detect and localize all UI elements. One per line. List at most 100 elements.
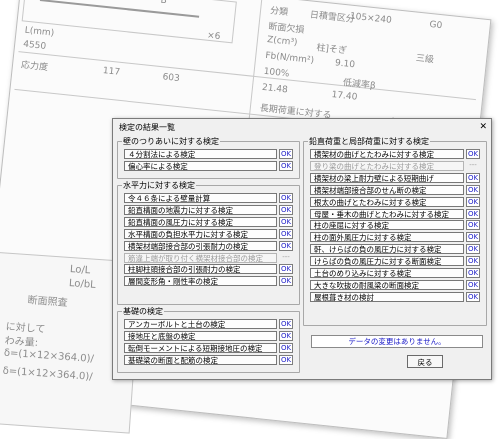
check-item-row: 層間変形角・剛性率の検定 OK: [124, 276, 293, 287]
sheet-label-category: 分類: [269, 6, 289, 19]
sheet-label-fb: Fb(N/mm²): [264, 50, 315, 66]
sheet-label-length: L(mm): [24, 25, 55, 39]
sheet-label-grade: 三級: [415, 53, 435, 66]
result-badge: OK: [466, 279, 480, 290]
check-item-button[interactable]: 接地圧と底盤の検定: [124, 330, 277, 341]
check-item-button[interactable]: 屋根葺き材の検討: [310, 291, 464, 302]
result-badge: OK: [279, 240, 293, 251]
check-item-row: 根太の曲げとたわみに対する検定 OK: [310, 196, 480, 207]
check-item-button[interactable]: 横架材の梁上耐力壁による短期曲げ: [310, 172, 464, 183]
check-item-button[interactable]: 横架材の曲げとたわみに対する検定: [310, 149, 464, 159]
inspection-results-dialog: 検定の結果一覧 ✕ 壁のつりあいに対する検定 ４分割法による検定 OK 偏心率による…: [112, 118, 492, 380]
check-item-button[interactable]: 横架材端部接合部のせん断の検定: [310, 184, 464, 195]
sheet-value-117: 117: [102, 66, 121, 78]
check-item-button[interactable]: 柱の座屈に対する検定: [310, 220, 464, 231]
sheet-label-loss: 断面欠損: [267, 22, 305, 36]
check-item-button[interactable]: 土台のめり込みに対する検定: [310, 268, 464, 278]
result-badge: OK: [279, 149, 293, 159]
result-badge: OK: [466, 172, 480, 183]
sheet-label-size: 105×240: [349, 11, 393, 26]
sheet2-deflect: わみ量:: [4, 335, 39, 349]
result-badge: OK: [466, 291, 480, 302]
check-item-row: 転倒モーメントによる短期接地圧の検定 OK: [124, 342, 293, 353]
check-item-row: 軒、けらばの負の風圧力に対する検定 OK: [310, 244, 480, 255]
sheet-value-1740: 17.40: [331, 90, 358, 103]
group-title: 基礎の検定: [122, 306, 164, 317]
sheet-label-reduction: 低減率β: [342, 78, 377, 92]
result-badge: OK: [466, 208, 480, 219]
check-item-button: 筋違上端が取り付く横架材接合部の検定: [124, 252, 277, 263]
check-item-button[interactable]: 基礎梁の断面と配筋の検定: [124, 354, 277, 365]
check-item-row: 令４６条による壁量計算 OK: [124, 193, 293, 203]
sheet2-formula-2: δ=(1×12×364.0)/: [2, 365, 93, 383]
sheet-label-snow: 日積雪区分: [309, 10, 356, 26]
result-badge: ---: [469, 160, 477, 169]
check-item-row: 横架材の梁上耐力壁による短期曲げ OK: [310, 172, 480, 183]
check-item-button: 登り梁の曲げとたわみに対する検定: [310, 160, 464, 171]
group-title: 壁のつりあいに対する検定: [122, 136, 220, 147]
check-item-button[interactable]: 柱脚柱頭接合部の引張耐力の検定: [124, 264, 277, 275]
sheet-label-x6: ×6: [206, 30, 221, 43]
check-item-row: 柱脚柱頭接合部の引張耐力の検定 OK: [124, 264, 293, 275]
sheet-label-b: B: [160, 0, 168, 7]
result-badge: OK: [279, 342, 293, 353]
sheet-label-g0: G0: [428, 19, 443, 32]
check-item-button[interactable]: ４分割法による検定: [124, 149, 277, 159]
check-item-row: 横架材の曲げとたわみに対する検定 OK: [310, 149, 480, 159]
result-badge: OK: [466, 149, 480, 159]
check-item-row: ４分割法による検定 OK: [124, 149, 293, 159]
result-badge: OK: [279, 330, 293, 341]
check-item-row: 鉛直構面の地震力に対する検定 OK: [124, 204, 293, 215]
result-badge: OK: [279, 354, 293, 365]
sheet2-lol: Lo/L: [69, 264, 91, 277]
close-icon[interactable]: ✕: [479, 122, 487, 132]
sheet-value-2148: 21.48: [261, 82, 289, 96]
check-item-row: 柱の座屈に対する検定 OK: [310, 220, 480, 231]
sheet2-lobl: Lo/bL: [68, 277, 97, 291]
result-badge: OK: [466, 232, 480, 243]
result-badge: OK: [466, 184, 480, 195]
dialog-title: 検定の結果一覧: [119, 122, 175, 132]
group-title: 水平力に対する検定: [122, 180, 196, 191]
sheet-value-length: 4550: [22, 39, 47, 52]
result-badge: OK: [279, 193, 293, 203]
sheet-label-joint: 柱]そぎ: [315, 43, 348, 57]
dialog-titlebar: 検定の結果一覧 ✕: [113, 119, 491, 135]
check-item-button[interactable]: 偏心率による検定: [124, 160, 277, 171]
check-item-button[interactable]: 令４６条による壁量計算: [124, 193, 277, 203]
result-badge: OK: [466, 256, 480, 267]
sheet2-check: 断面照査: [27, 295, 68, 309]
check-item-row: アンカーボルトと土台の検定 OK: [124, 319, 293, 329]
check-item-button[interactable]: けらばの負の風圧力に対する断面検定: [310, 256, 464, 267]
check-item-button[interactable]: 柱の面外風圧力に対する検定: [310, 232, 464, 243]
result-badge: OK: [466, 268, 480, 278]
check-item-button[interactable]: 転倒モーメントによる短期接地圧の検定: [124, 342, 277, 353]
check-item-button[interactable]: 水平構面の負担水平力に対する検定: [124, 228, 277, 239]
sheet2-formula-1: δ=(1×12×364.0)/: [3, 347, 95, 365]
check-item-row: 筋違上端が取り付く横架材接合部の検定 ---: [124, 252, 293, 263]
check-item-row: 偏心率による検定 OK: [124, 160, 293, 171]
check-item-button[interactable]: 大きな吹抜の耐風梁の断面検定: [310, 279, 464, 290]
vertical-load-group: 鉛直荷重と局部荷重に対する検定 横架材の曲げとたわみに対する検定 OK 登り梁の曲げ…: [303, 136, 487, 326]
sheet-label-z: Z(cm³): [266, 35, 298, 49]
return-button[interactable]: 戻る: [407, 355, 443, 368]
check-item-row: 横架材端部接合部のせん断の検定 OK: [310, 184, 480, 195]
check-item-button[interactable]: 鉛直構面の地震力に対する検定: [124, 204, 277, 215]
check-item-button[interactable]: 横架材端部接合部の引張耐力の検定: [124, 240, 277, 251]
check-item-row: 水平構面の負担水平力に対する検定 OK: [124, 228, 293, 239]
check-item-row: 柱の面外風圧力に対する検定 OK: [310, 232, 480, 243]
sheet-value-fb: 9.10: [334, 58, 356, 71]
check-item-row: けらばの負の風圧力に対する断面検定 OK: [310, 256, 480, 267]
check-item-button[interactable]: 軒、けらばの負の風圧力に対する検定: [310, 244, 464, 255]
result-badge: OK: [279, 228, 293, 239]
check-item-button[interactable]: 根太の曲げとたわみに対する検定: [310, 196, 464, 207]
check-item-button[interactable]: 層間変形角・剛性率の検定: [124, 276, 277, 287]
sheet-value-603: 603: [162, 72, 181, 85]
check-item-button[interactable]: アンカーボルトと土台の検定: [124, 319, 277, 329]
wall-balance-group: 壁のつりあいに対する検定 ４分割法による検定 OK 偏心率による検定 OK: [117, 136, 300, 179]
check-item-row: 大きな吹抜の耐風梁の断面検定 OK: [310, 279, 480, 290]
check-item-button[interactable]: 母屋・垂木の曲げとたわみに対する検定: [310, 208, 464, 219]
result-badge: OK: [279, 264, 293, 275]
check-item-row: 接地圧と底盤の検定 OK: [124, 330, 293, 341]
check-item-button[interactable]: 鉛直構面の風圧力に対する検定: [124, 216, 277, 227]
